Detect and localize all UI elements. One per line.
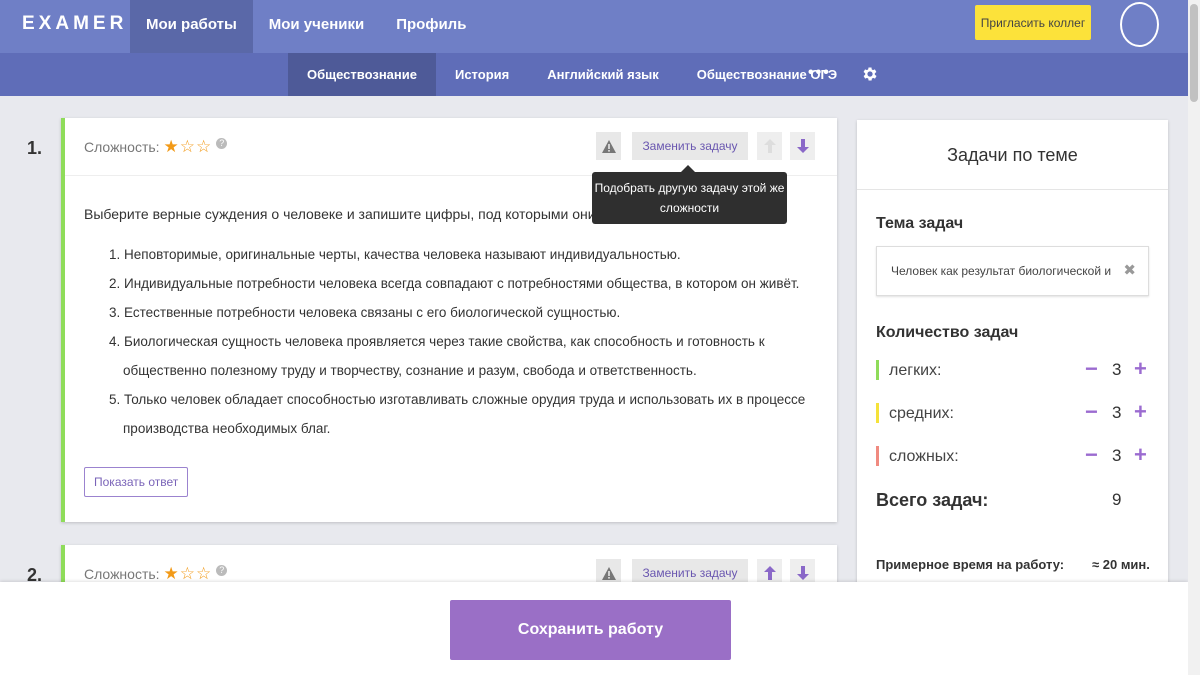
panel-title: Задачи по теме: [857, 120, 1168, 190]
hard-label: сложных:: [889, 448, 959, 465]
topic-value: Человек как результат биологической и: [891, 264, 1112, 278]
replace-task-tooltip: Подобрать другую задачу этой же сложност…: [592, 165, 787, 224]
nav-profile[interactable]: Профиль: [380, 0, 482, 53]
task-option: 4. Биологическая сущность человека прояв…: [109, 334, 765, 378]
hard-count-row: сложных: − 3 +: [876, 442, 1151, 470]
task-option: 5. Только человек обладает способностью …: [109, 392, 806, 436]
arrow-up-icon: [763, 139, 776, 153]
easy-count-row: легких: − 3 +: [876, 356, 1151, 384]
total-value: 9: [1112, 490, 1122, 509]
logo[interactable]: EXAMER: [22, 13, 127, 35]
replace-task-button[interactable]: Заменить задачу: [632, 132, 748, 160]
star-icon: ★: [163, 137, 179, 156]
difficulty-stars: ★ ☆ ☆: [164, 138, 213, 155]
difficulty-label: Сложность:: [84, 138, 160, 155]
minus-icon[interactable]: −: [1085, 442, 1098, 468]
task-card-header: Сложность: ★ ☆ ☆ ? Заменить задачу: [65, 118, 837, 176]
task-option: 2. Индивидуальные потребности человека в…: [109, 276, 800, 291]
gear-icon[interactable]: [861, 65, 879, 83]
scrollbar-thumb[interactable]: [1190, 4, 1198, 102]
star-icon: ☆: [196, 137, 212, 156]
nav-my-students[interactable]: Мои ученики: [253, 0, 380, 53]
arrow-down-icon: [796, 566, 809, 580]
subject-tab-social-studies[interactable]: Обществознание: [288, 53, 436, 96]
bottom-bar: Сохранить работу: [0, 582, 1188, 675]
medium-count-row: средних: − 3 +: [876, 399, 1151, 427]
report-button[interactable]: [596, 132, 621, 160]
count-label: Количество задач: [876, 324, 1019, 341]
show-answer-button[interactable]: Показать ответ: [84, 467, 189, 497]
arrow-up-icon: [763, 566, 776, 580]
warning-icon: [601, 139, 616, 153]
plus-icon[interactable]: +: [1134, 442, 1147, 468]
invite-colleagues-button[interactable]: Пригласить коллег: [975, 5, 1091, 40]
total-label: Всего задач:: [876, 490, 989, 510]
task-option: 1. Неповторимые, оригинальные черты, кач…: [109, 247, 681, 262]
move-down-button[interactable]: [790, 132, 815, 160]
difficulty-stars: ★ ☆ ☆: [164, 565, 213, 582]
plus-icon[interactable]: +: [1134, 399, 1147, 425]
task-card: Сложность: ★ ☆ ☆ ? Заменить задачу: [61, 545, 837, 587]
star-icon: ☆: [179, 137, 196, 156]
easy-color-bar: [876, 360, 879, 380]
plus-icon[interactable]: +: [1134, 356, 1147, 382]
star-icon: ☆: [196, 564, 212, 583]
subject-tab-english[interactable]: Английский язык: [528, 53, 678, 96]
task-options: 1. Неповторимые, оригинальные черты, кач…: [109, 240, 829, 443]
easy-label: легких:: [889, 362, 942, 379]
medium-count: 3: [1112, 403, 1122, 422]
top-navbar: EXAMER Мои работы Мои ученики Профиль Пр…: [0, 0, 1188, 53]
difficulty-label: Сложность:: [84, 565, 160, 582]
star-icon: ★: [163, 564, 179, 583]
topic-label: Тема задач: [876, 215, 964, 232]
minus-icon[interactable]: −: [1085, 356, 1098, 382]
save-work-button[interactable]: Сохранить работу: [450, 600, 731, 660]
help-icon[interactable]: ?: [216, 138, 228, 149]
help-icon[interactable]: ?: [216, 565, 228, 576]
topic-select[interactable]: Человек как результат биологической и ✖: [876, 246, 1149, 296]
easy-count: 3: [1112, 360, 1122, 379]
close-icon[interactable]: ✖: [1123, 247, 1136, 295]
subject-nav: Обществознание История Английский язык О…: [288, 53, 856, 96]
difficulty: Сложность: ★ ☆ ☆ ?: [84, 565, 228, 582]
arrow-down-icon: [796, 139, 809, 153]
warning-icon: [601, 566, 616, 580]
avatar[interactable]: [1120, 2, 1159, 47]
difficulty: Сложность: ★ ☆ ☆ ?: [84, 138, 228, 155]
task-number: 1.: [27, 138, 43, 158]
subject-navbar: Обществознание История Английский язык О…: [0, 53, 1188, 96]
nav-my-works[interactable]: Мои работы: [130, 0, 253, 53]
time-value: ≈ 20 мин.: [1092, 557, 1150, 572]
star-icon: ☆: [179, 564, 196, 583]
main-nav: Мои работы Мои ученики Профиль: [130, 0, 482, 53]
subject-tab-history[interactable]: История: [436, 53, 528, 96]
more-subjects-button[interactable]: •••: [808, 64, 831, 82]
task-option: 3. Естественные потребности человека свя…: [109, 305, 621, 320]
minus-icon[interactable]: −: [1085, 399, 1098, 425]
medium-color-bar: [876, 403, 879, 423]
hard-color-bar: [876, 446, 879, 466]
time-label: Примерное время на работу:: [876, 557, 1065, 572]
medium-label: средних:: [889, 405, 954, 422]
move-up-button[interactable]: [757, 132, 782, 160]
hard-count: 3: [1112, 446, 1122, 465]
topic-tasks-panel: Задачи по теме Тема задач Человек как ре…: [857, 120, 1168, 590]
